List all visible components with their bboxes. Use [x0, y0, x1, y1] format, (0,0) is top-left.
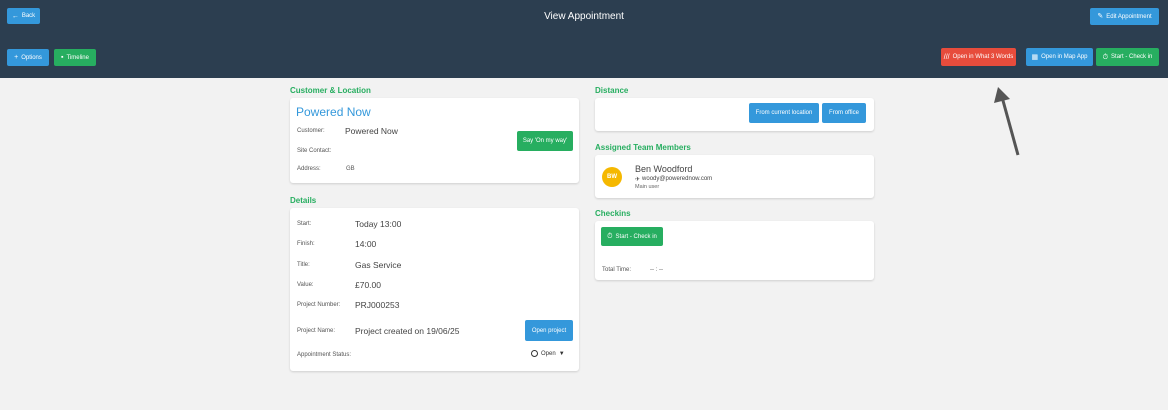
- project-name-label: Project Name:: [297, 328, 336, 334]
- value-value: £70.00: [355, 280, 381, 290]
- team-card: BW Ben Woodford ✈ woody@powerednow.com M…: [595, 155, 874, 198]
- pencil-icon: ✎: [1097, 13, 1104, 20]
- finish-label: Finish:: [297, 241, 315, 247]
- team-member-email[interactable]: woody@powerednow.com: [642, 176, 712, 183]
- from-current-location-button[interactable]: From current location: [749, 103, 819, 123]
- header-start-checkin-button[interactable]: ⏱ Start - Check in: [1096, 48, 1159, 66]
- map-icon: ▦: [1031, 53, 1039, 61]
- appointment-status-dropdown[interactable]: Open ▼: [531, 350, 565, 357]
- annotation-arrow: [994, 87, 1020, 156]
- edit-label: Edit Appointment: [1106, 13, 1152, 20]
- options-button[interactable]: + Options: [7, 49, 49, 66]
- total-time-value: -- : --: [650, 267, 663, 273]
- edit-appointment-button[interactable]: ✎ Edit Appointment: [1090, 8, 1159, 25]
- team-member-name: Ben Woodford: [635, 164, 693, 174]
- site-contact-label: Site Contact:: [297, 148, 332, 154]
- total-time-label: Total Time:: [602, 267, 632, 273]
- what3words-icon: ///: [943, 53, 950, 61]
- title-label: Title:: [297, 262, 310, 268]
- open-map-app-button[interactable]: ▦ Open in Map App: [1026, 48, 1093, 66]
- address-label: Address:: [297, 166, 321, 172]
- address-value: GB: [346, 166, 355, 172]
- customer-label: Customer:: [297, 128, 325, 134]
- start-checkin-label: Start - Check in: [615, 233, 657, 240]
- plus-icon: +: [14, 54, 19, 61]
- say-on-my-way-button[interactable]: Say 'On my way': [517, 131, 573, 151]
- customer-name-link[interactable]: Powered Now: [296, 105, 371, 119]
- details-card: Start: Today 13:00 Finish: 14:00 Title: …: [290, 208, 579, 371]
- checkins-title: Checkins: [595, 209, 631, 218]
- options-label: Options: [21, 54, 42, 61]
- stopwatch-icon: ⏱: [607, 233, 613, 240]
- open-project-button[interactable]: Open project: [525, 320, 573, 341]
- caret-down-icon: ▼: [558, 350, 565, 357]
- start-checkin-button[interactable]: ⏱ Start - Check in: [601, 227, 663, 246]
- project-name-value: Project created on 19/06/25: [355, 326, 460, 336]
- appointment-status-label: Appointment Status:: [297, 352, 352, 358]
- open-what3words-button[interactable]: /// Open in What 3 Words: [941, 48, 1016, 66]
- header-start-checkin-label: Start - Check in: [1111, 54, 1153, 60]
- details-title: Details: [290, 196, 317, 205]
- stopwatch-icon: ⏱: [1102, 53, 1109, 61]
- team-member-email-row: ✈ woody@powerednow.com: [635, 176, 712, 183]
- avatar: BW: [602, 167, 622, 187]
- project-number-value: PRJ000253: [355, 300, 400, 310]
- timeline-label: Timeline: [66, 54, 89, 61]
- status-circle-icon: [531, 350, 538, 357]
- customer-value: Powered Now: [345, 126, 398, 136]
- distance-card: From current location From office: [595, 98, 874, 131]
- timeline-button[interactable]: ▪ Timeline: [54, 49, 96, 66]
- distance-title: Distance: [595, 86, 629, 95]
- status-value: Open: [541, 350, 556, 357]
- finish-value: 14:00: [355, 239, 377, 249]
- timeline-icon: ▪: [61, 54, 64, 61]
- team-title: Assigned Team Members: [595, 143, 691, 152]
- map-app-label: Open in Map App: [1041, 54, 1088, 60]
- title-value: Gas Service: [355, 260, 402, 270]
- customer-location-card: Powered Now Customer: Powered Now Site C…: [290, 98, 579, 183]
- from-office-button[interactable]: From office: [822, 103, 866, 123]
- header-bar: ← Back View Appointment ✎ Edit Appointme…: [0, 0, 1168, 78]
- project-number-label: Project Number:: [297, 302, 341, 308]
- value-label: Value:: [297, 282, 314, 288]
- start-value: Today 13:00: [355, 219, 402, 229]
- page-title: View Appointment: [544, 11, 624, 22]
- customer-location-title: Customer & Location: [290, 86, 371, 95]
- start-label: Start:: [297, 221, 312, 227]
- send-icon: ✈: [635, 177, 641, 183]
- checkins-card: ⏱ Start - Check in Total Time: -- : --: [595, 221, 874, 280]
- what3words-label: Open in What 3 Words: [952, 54, 1014, 60]
- team-member-role: Main user: [635, 184, 660, 190]
